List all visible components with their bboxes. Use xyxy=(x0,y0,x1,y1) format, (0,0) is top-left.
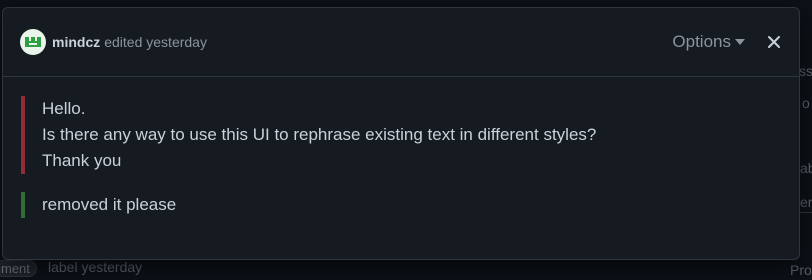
background-text-fragment: Pro xyxy=(790,262,812,278)
diff-content: Hello. Is there any way to use this UI t… xyxy=(3,77,799,218)
removed-diff-block: Hello. Is there any way to use this UI t… xyxy=(21,96,799,174)
background-timeline-text: label yesterday xyxy=(48,259,143,275)
edit-attribution: mindcz edited yesterday xyxy=(52,34,207,50)
options-dropdown-button[interactable]: Options xyxy=(672,32,745,52)
close-icon xyxy=(768,36,780,48)
background-text-fragment: o xyxy=(802,95,810,111)
removed-line: Thank you xyxy=(42,151,122,170)
close-button[interactable] xyxy=(767,35,781,49)
edit-history-dialog: mindcz edited yesterday Options Hello. Is… xyxy=(2,7,800,260)
options-label: Options xyxy=(672,32,731,51)
caret-down-icon xyxy=(735,39,745,45)
background-badge: ment xyxy=(0,260,37,277)
identicon-icon xyxy=(25,37,41,47)
author-name[interactable]: mindcz xyxy=(52,34,100,50)
background-text-fragment: ss xyxy=(799,63,812,79)
added-text: removed it please xyxy=(25,192,176,218)
background-divider xyxy=(800,212,812,213)
dialog-header: mindcz edited yesterday Options xyxy=(3,8,799,77)
removed-text: Hello. Is there any way to use this UI t… xyxy=(25,96,596,174)
background-text-fragment: en xyxy=(800,194,812,210)
added-diff-block: removed it please xyxy=(21,192,799,218)
background-text-fragment: ab xyxy=(800,160,812,176)
edit-timestamp: edited yesterday xyxy=(104,34,207,50)
removed-line: Is there any way to use this UI to rephr… xyxy=(42,125,597,144)
added-line: removed it please xyxy=(42,195,177,214)
removed-line: Hello. xyxy=(42,99,86,118)
avatar[interactable] xyxy=(20,29,46,55)
